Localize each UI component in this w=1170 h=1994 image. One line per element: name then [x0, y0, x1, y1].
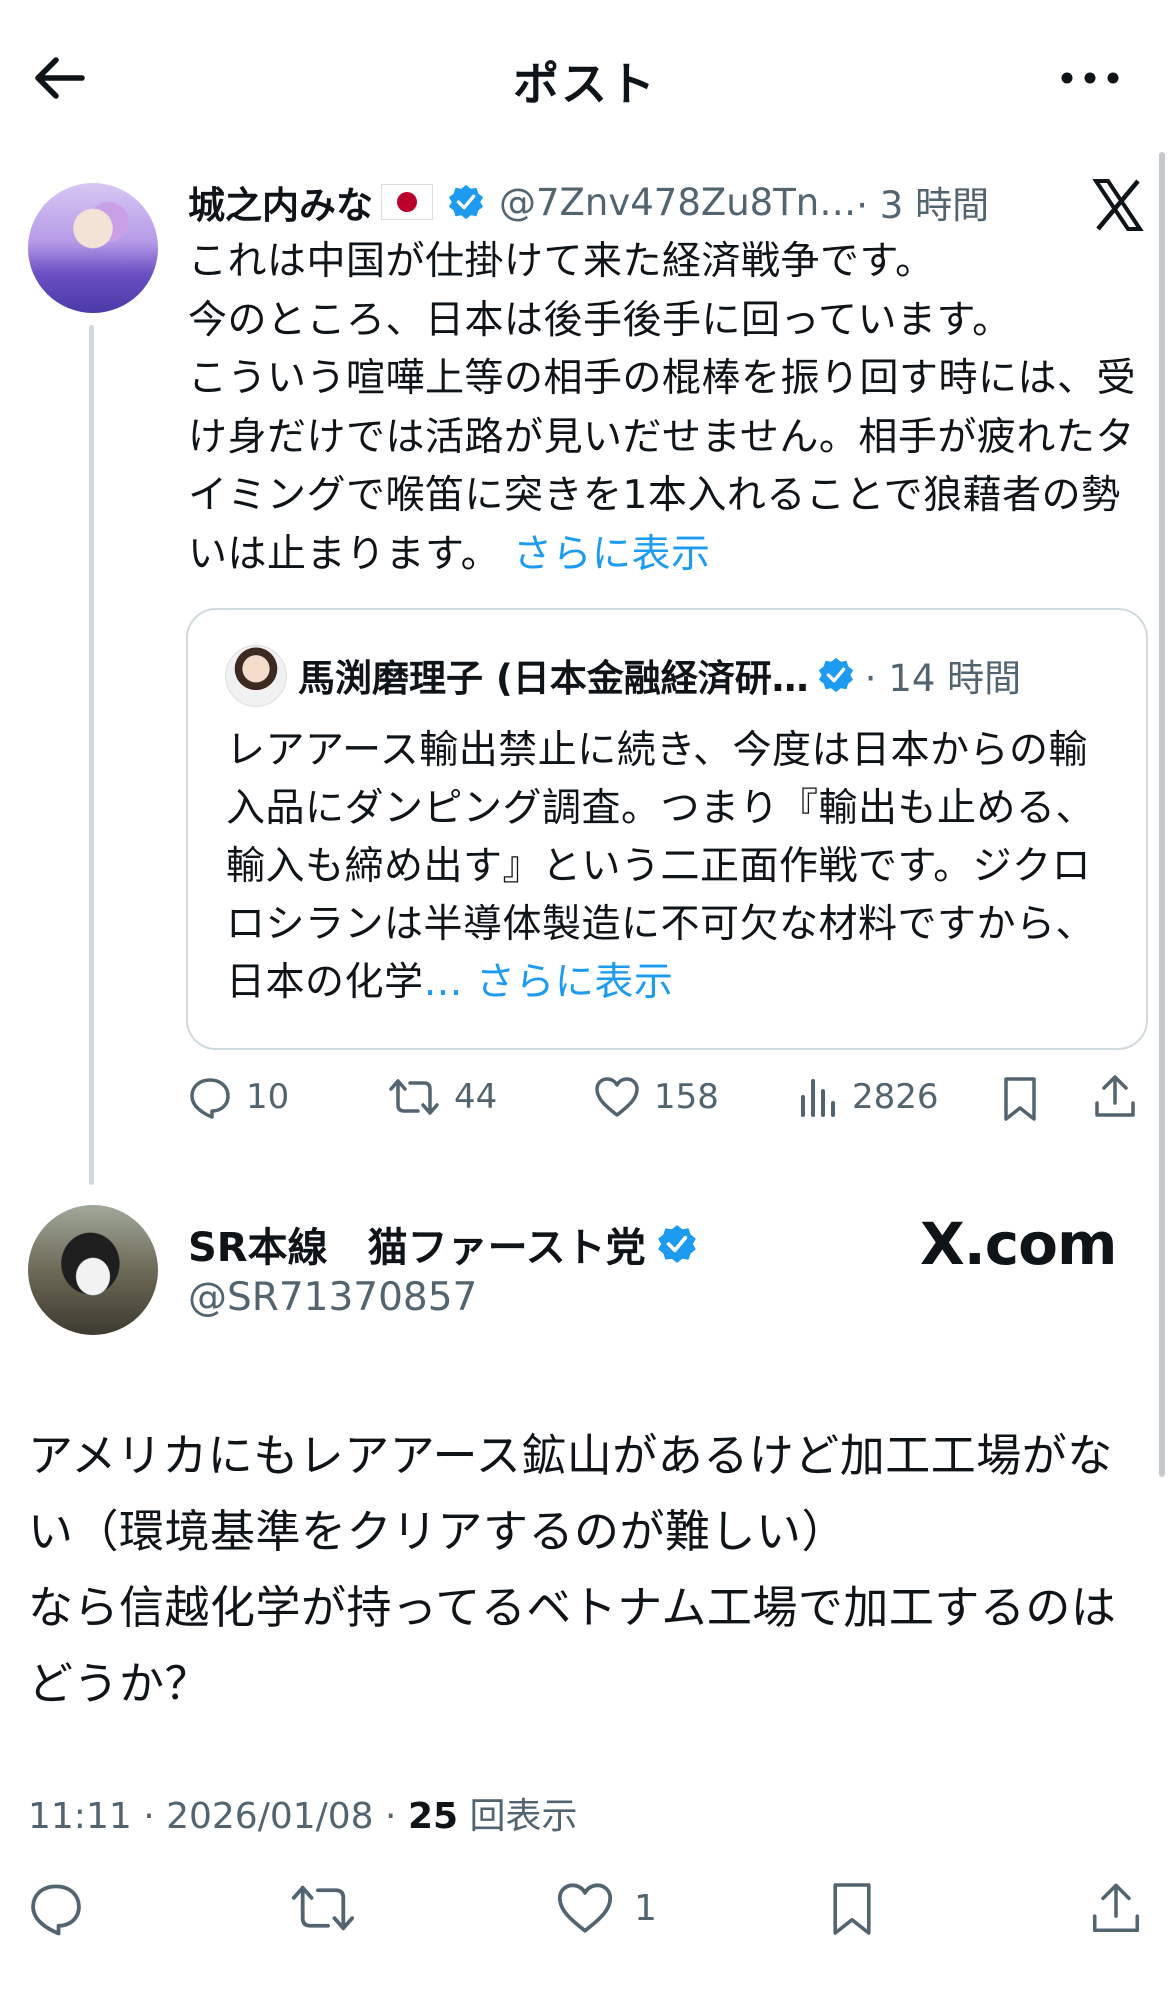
bookmark-button[interactable] [1000, 1075, 1054, 1123]
author-name-row: SR本線 猫ファースト党 [188, 1215, 698, 1273]
share-button[interactable] [1093, 1073, 1151, 1121]
post-meta: 11:11 · 2026/01/08 · 25 回表示 [28, 1796, 578, 1837]
quoted-text: レアアース輸出禁止に続き、今度は日本からの輸入品にダンピング調査。つまり『輸出も… [226, 722, 1106, 1012]
views-icon [801, 1079, 835, 1117]
views-button[interactable]: 2826 [798, 1075, 939, 1119]
author-name[interactable]: 城之内みな [188, 175, 373, 229]
share-icon [1095, 1075, 1135, 1117]
quoted-post-time: · 14 時間 [864, 657, 1022, 700]
share-icon [1092, 1883, 1140, 1933]
share-button[interactable] [1090, 1880, 1142, 1938]
tweet-body: これは中国が仕掛けて来た経済戦争です。 今のところ、日本は後手後手に回っています… [188, 239, 1137, 577]
retweet-icon [389, 1079, 439, 1115]
post-date: 2026/01/08 [166, 1796, 374, 1837]
top-bar: ポスト [0, 0, 1170, 150]
author-name[interactable]: SR本線 猫ファースト党 [188, 1215, 646, 1273]
bookmark-icon [833, 1883, 871, 1935]
tweet-header: 城之内みな @7Znv478Zu8Tn… · 3 時間 [188, 172, 989, 232]
bookmark-icon [1004, 1077, 1036, 1121]
post-time: · 3 時間 [856, 184, 990, 227]
reply-button[interactable] [28, 1880, 84, 1936]
verified-badge-icon [818, 657, 853, 693]
quoted-avatar [225, 645, 287, 707]
quoted-show-more-link[interactable]: さらに表示 [476, 960, 674, 1005]
quoted-ellipsis: … [423, 960, 464, 1005]
like-button[interactable]: 1 [556, 1880, 657, 1936]
views-label: 回表示 [469, 1796, 578, 1837]
like-icon [595, 1077, 639, 1117]
reply-button[interactable]: 10 [188, 1075, 289, 1119]
like-count: 1 [634, 1887, 657, 1929]
retweet-icon [291, 1885, 355, 1931]
like-icon [557, 1883, 613, 1933]
x-logo-icon [1092, 179, 1144, 231]
verified-badge-icon [448, 184, 484, 220]
scrollbar[interactable] [1159, 152, 1165, 1477]
avatar[interactable] [28, 183, 158, 313]
view-count: 25 [407, 1796, 459, 1837]
retweet-button[interactable]: 44 [388, 1075, 497, 1119]
more-icon[interactable] [1055, 48, 1125, 108]
like-button[interactable]: 158 [594, 1075, 719, 1119]
x-com-watermark: X.com [920, 1210, 1117, 1278]
thread-connector [89, 325, 94, 1185]
author-handle[interactable]: @SR71370857 [188, 1275, 477, 1320]
retweet-button[interactable] [290, 1880, 356, 1936]
tweet-text: これは中国が仕掛けて来た経済戦争です。 今のところ、日本は後手後手に回っています… [188, 233, 1148, 584]
post-action-bar: 1 [0, 1880, 1170, 1960]
author-handle[interactable]: @7Znv478Zu8Tn… [499, 181, 856, 224]
verified-badge-icon [657, 1225, 696, 1263]
japan-flag-icon [381, 184, 433, 220]
quoted-header: 馬渕磨理子 (日本金融経済研… · 14 時間 [298, 645, 1021, 705]
post-time: 11:11 [28, 1796, 132, 1837]
like-count: 158 [654, 1077, 719, 1117]
view-count: 2826 [852, 1077, 939, 1117]
tweet-text: アメリカにもレアアース鉱山があるけど加工工場がない（環境基準をクリアするのが難し… [28, 1429, 1117, 1710]
reply-icon [190, 1078, 230, 1119]
show-more-link[interactable]: さらに表示 [513, 532, 711, 577]
page-title: ポスト [513, 57, 657, 111]
retweet-count: 44 [454, 1077, 498, 1117]
avatar[interactable] [28, 1205, 158, 1335]
bookmark-button[interactable] [828, 1880, 876, 1938]
quoted-author-name: 馬渕磨理子 (日本金融経済研… [298, 657, 809, 700]
reply-count: 10 [246, 1077, 290, 1117]
reply-icon [31, 1884, 81, 1936]
